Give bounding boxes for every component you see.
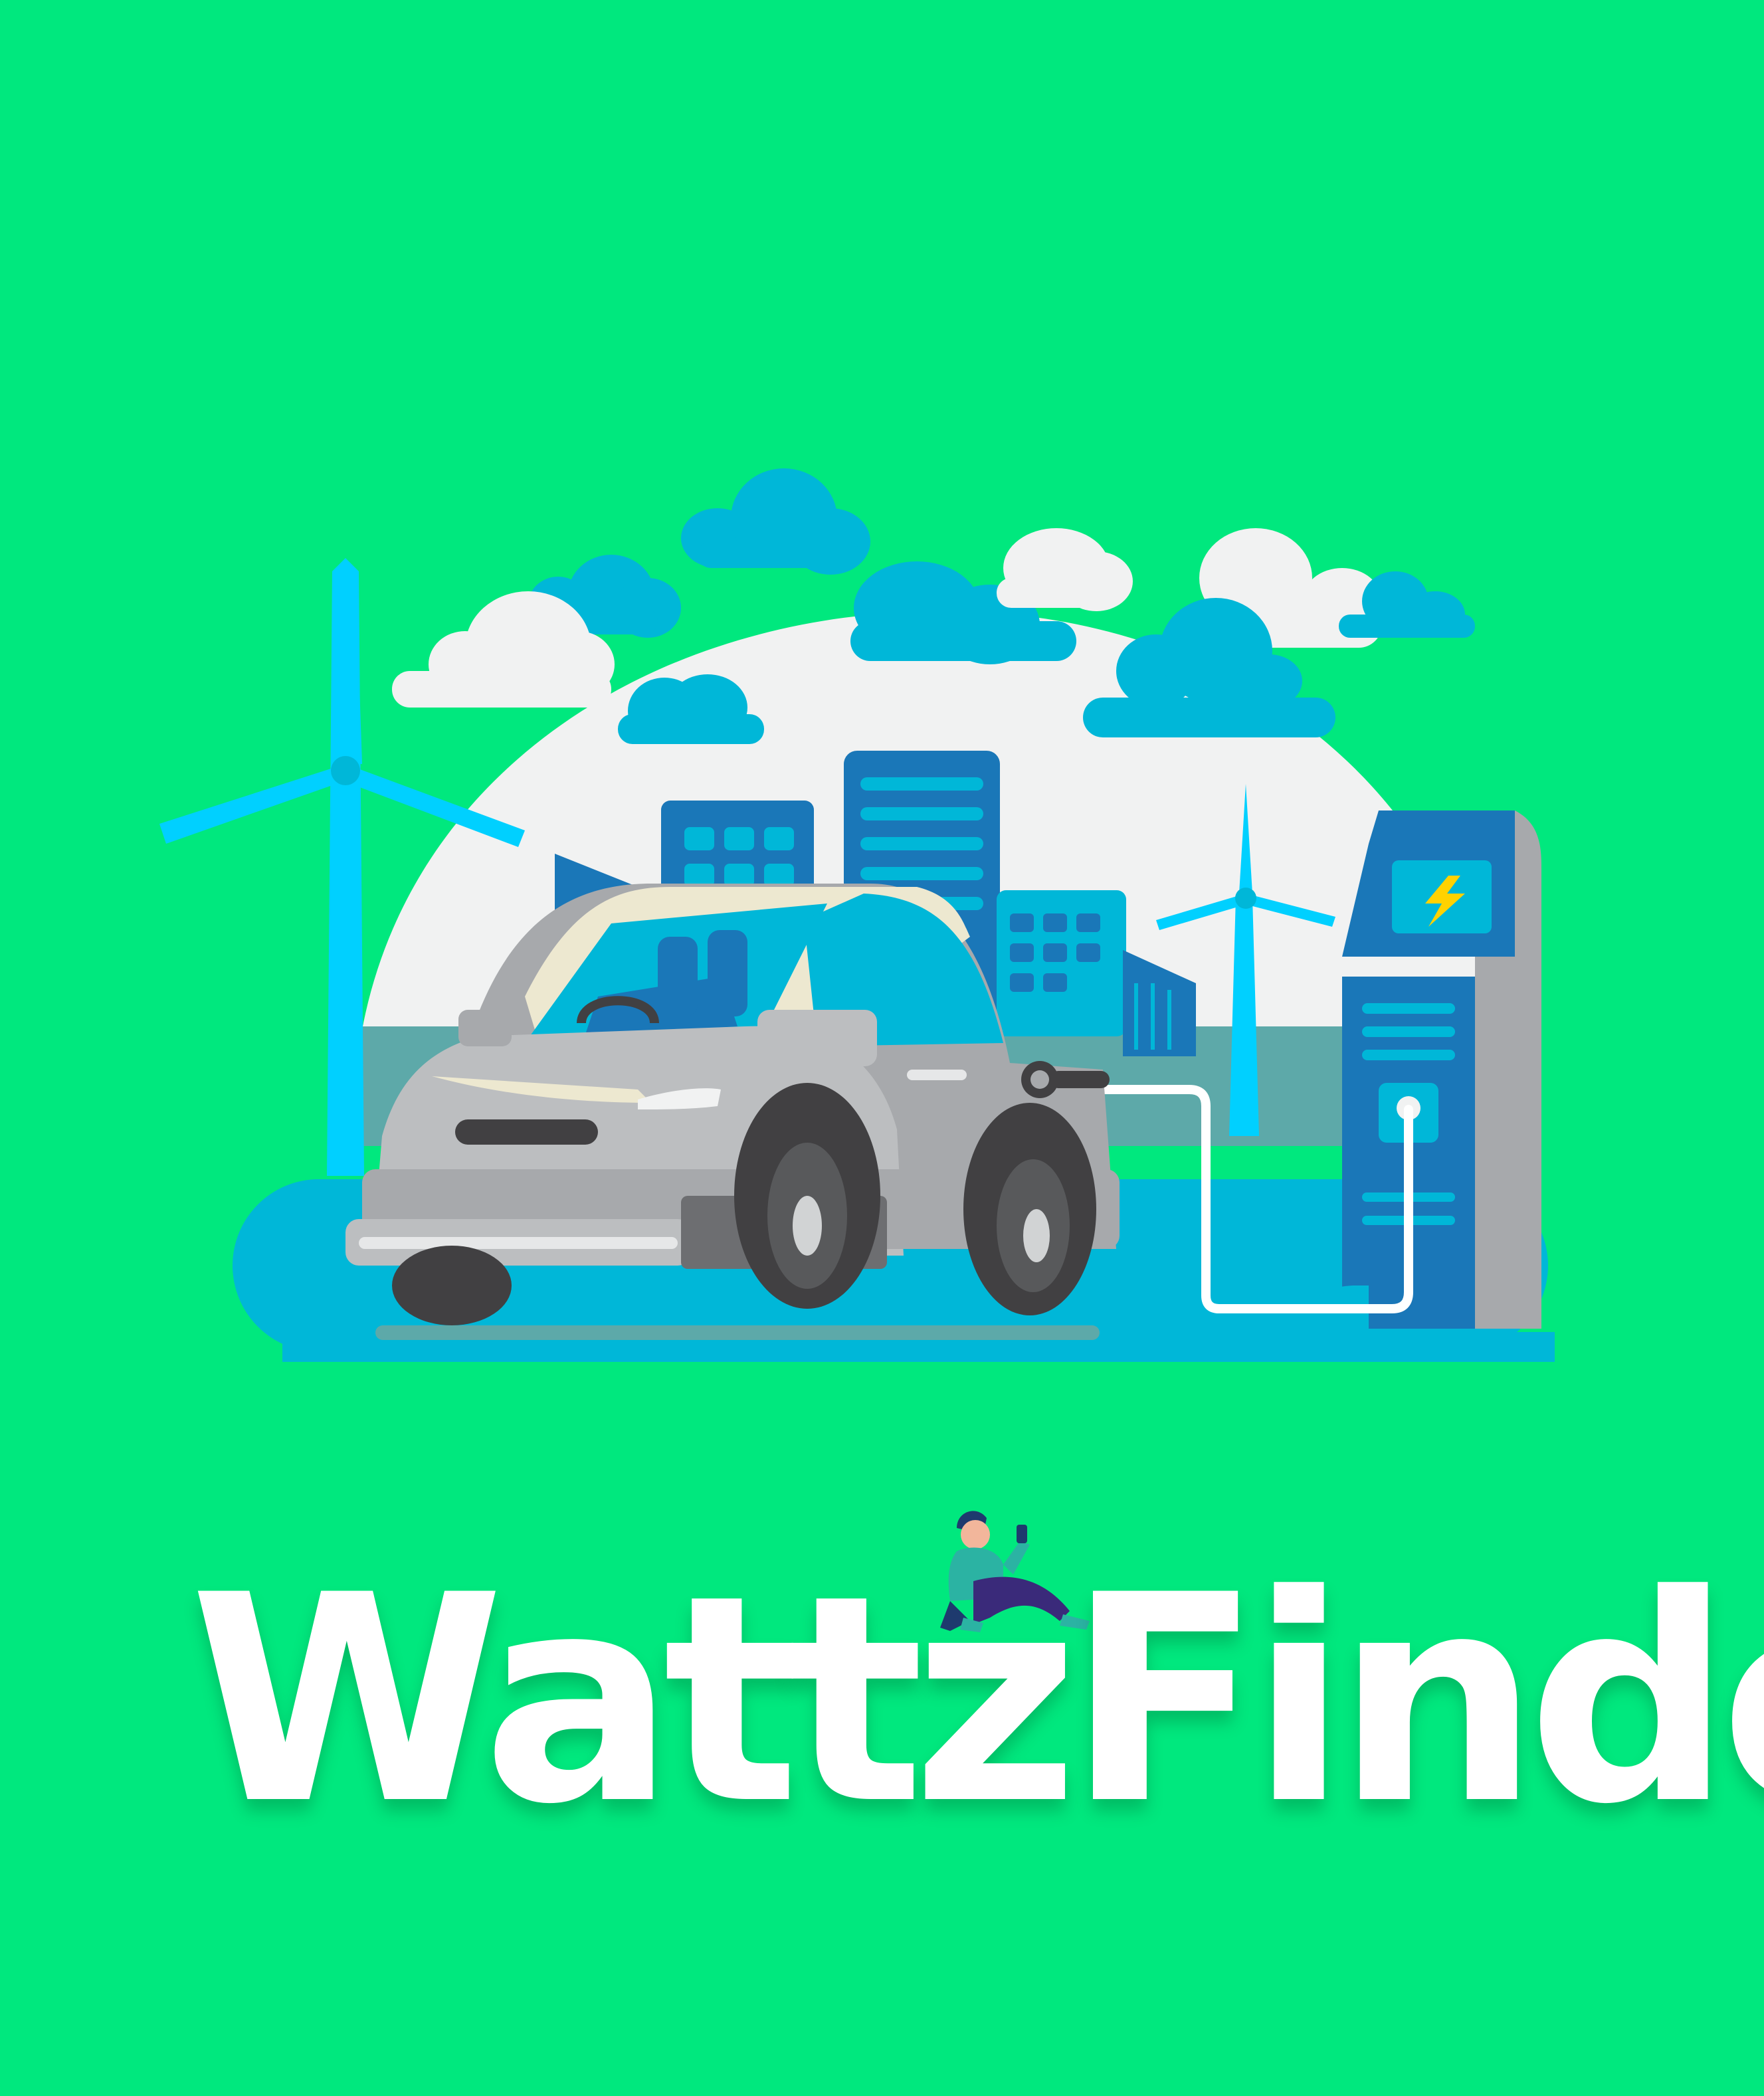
wheel [963, 1103, 1096, 1315]
front-grille [455, 1119, 598, 1145]
front-wheel [392, 1246, 512, 1325]
wheel [734, 1083, 880, 1309]
app-name: WattzFinder [189, 1535, 1764, 1867]
splash-screen: WattzFinder [0, 0, 1764, 2096]
